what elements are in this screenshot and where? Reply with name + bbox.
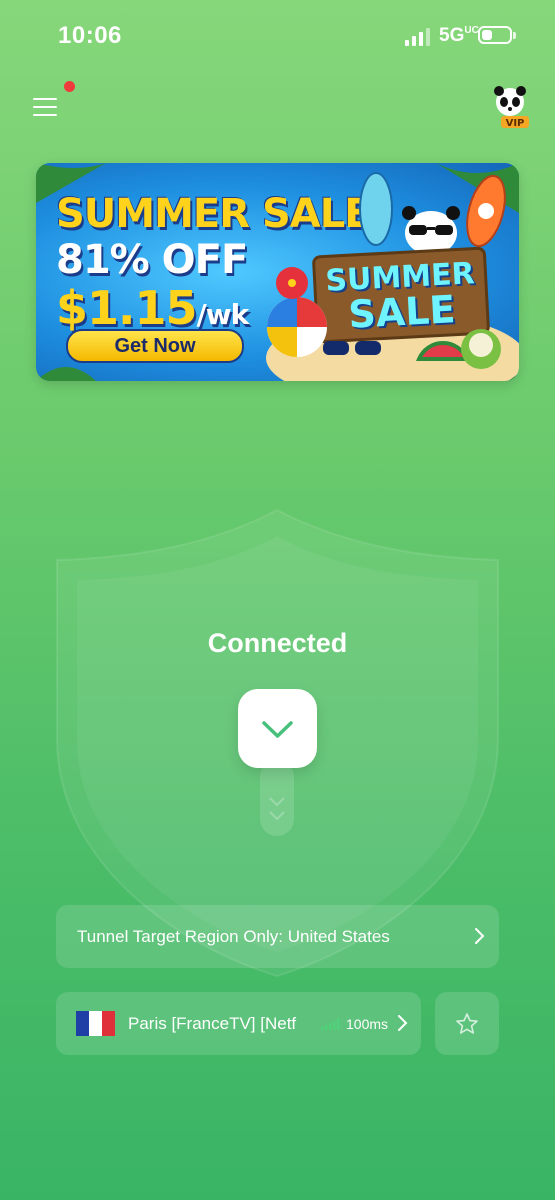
banner-headline: SUMMER SALE	[56, 191, 372, 237]
notification-dot	[64, 81, 75, 92]
network-type: 5GUC	[439, 25, 479, 46]
tunnel-region-label: Tunnel Target Region Only: United States	[77, 927, 390, 946]
chevron-right-icon	[475, 928, 485, 944]
star-icon	[456, 1013, 478, 1034]
cellular-signal-icon	[405, 28, 430, 46]
connection-status: Connected	[207, 628, 348, 658]
chevron-down-track-icon	[269, 797, 285, 821]
get-now-button[interactable]: Get Now	[66, 329, 244, 363]
summer-sale-banner[interactable]: SUMMER SALE 81% OFF $1.15/wk Get Now SUM…	[36, 163, 519, 381]
signal-strength-icon	[321, 1018, 340, 1030]
banner-discount: 81% OFF	[56, 237, 248, 283]
vip-label: VIP	[506, 118, 525, 129]
hibiscus-flower-icon	[276, 267, 308, 299]
beach-items-decoration	[267, 297, 501, 369]
status-bar: 10:06 5GUC	[0, 0, 555, 72]
hamburger-menu-icon[interactable]	[33, 96, 59, 118]
chevron-right-icon	[398, 1015, 408, 1031]
banner-price: $1.15/wk	[56, 281, 249, 335]
server-selector[interactable]: Paris [FranceTV] [Netf 100ms	[56, 992, 421, 1055]
france-flag-icon	[76, 1011, 115, 1036]
toggle-track[interactable]	[260, 760, 294, 836]
favorite-button[interactable]	[435, 992, 499, 1055]
battery-icon	[478, 26, 516, 44]
tunnel-region-row[interactable]: Tunnel Target Region Only: United States	[56, 905, 499, 968]
status-time: 10:06	[58, 22, 122, 49]
vip-panda-icon[interactable]: VIP	[489, 84, 531, 130]
server-ping: 100ms	[346, 1016, 389, 1032]
chevron-down-icon	[262, 721, 293, 738]
connect-toggle-button[interactable]	[238, 689, 317, 768]
server-name: Paris [FranceTV] [Netf	[128, 1014, 297, 1033]
